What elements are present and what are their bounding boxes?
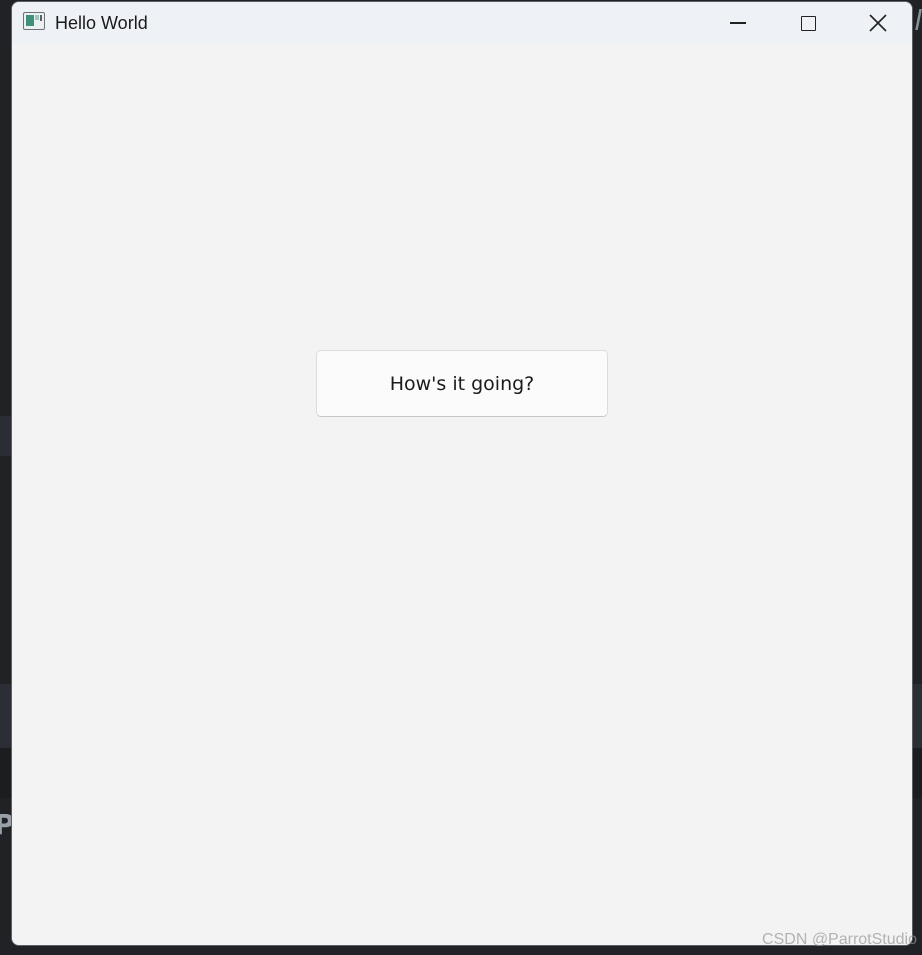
window-content: How's it going? [12, 44, 912, 945]
background-partial-text-right: l [914, 4, 922, 37]
hows-it-going-button[interactable]: How's it going? [316, 350, 608, 417]
window-title: Hello World [55, 13, 148, 33]
app-icon-pane-small [35, 15, 39, 20]
desktop-background: P l Hello World How's it going? CSDN @Pa… [0, 0, 922, 955]
maximize-button[interactable] [773, 2, 843, 44]
maximize-icon [800, 15, 816, 31]
close-button[interactable] [843, 2, 912, 44]
app-window: Hello World How's it going? [11, 1, 913, 946]
app-icon-pane [26, 15, 34, 26]
app-window-icon[interactable] [23, 12, 45, 30]
title-bar[interactable]: Hello World [12, 2, 912, 44]
close-icon [869, 14, 887, 32]
minimize-icon [730, 22, 746, 24]
watermark-text: CSDN @ParrotStudio [762, 931, 917, 948]
app-icon-bar [40, 15, 42, 21]
minimize-button[interactable] [703, 2, 773, 44]
